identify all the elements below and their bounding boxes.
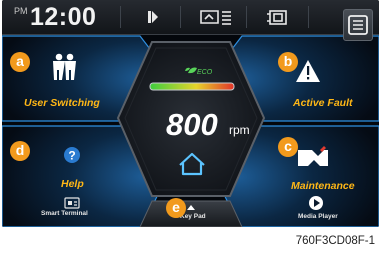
separator	[246, 6, 247, 28]
callout-badge-e: e	[166, 198, 186, 218]
display-screen: ? PM 12:00 User Switching Active Fault H…	[2, 0, 379, 227]
display-list-icon[interactable]	[198, 5, 234, 29]
callout-badge-b: b	[278, 52, 298, 72]
svg-text:?: ?	[68, 149, 75, 163]
camera-icon[interactable]	[264, 5, 292, 29]
ampm-indicator: PM	[14, 6, 28, 16]
clock: 12:00	[30, 3, 97, 31]
user-switching-label: User Switching	[24, 97, 100, 109]
separator	[180, 6, 181, 28]
smart-terminal-label: Smart Terminal	[41, 210, 88, 217]
callout-badge-a: a	[10, 52, 30, 72]
figure-reference-code: 760F3CD08F-1	[295, 235, 375, 247]
callout-badge-c: c	[278, 137, 298, 157]
menu-icon	[348, 15, 368, 35]
maintenance-label: Maintenance	[291, 180, 355, 192]
help-label: Help	[61, 178, 84, 190]
active-fault-label: Active Fault	[293, 97, 353, 109]
status-bar: PM 12:00	[2, 0, 379, 35]
eco-bar	[149, 82, 235, 91]
play-icon	[309, 196, 323, 210]
separator	[308, 6, 309, 28]
separator	[120, 6, 121, 28]
callout-badge-d: d	[10, 141, 30, 161]
rpm-value: 800	[166, 107, 218, 142]
eco-label: ECO	[197, 69, 213, 76]
menu-button[interactable]	[343, 9, 373, 41]
help-icon: ?	[64, 147, 80, 163]
rpm-unit: rpm	[229, 123, 250, 137]
media-player-label: Media Player	[298, 213, 338, 220]
left-light-icon[interactable]	[140, 5, 168, 29]
